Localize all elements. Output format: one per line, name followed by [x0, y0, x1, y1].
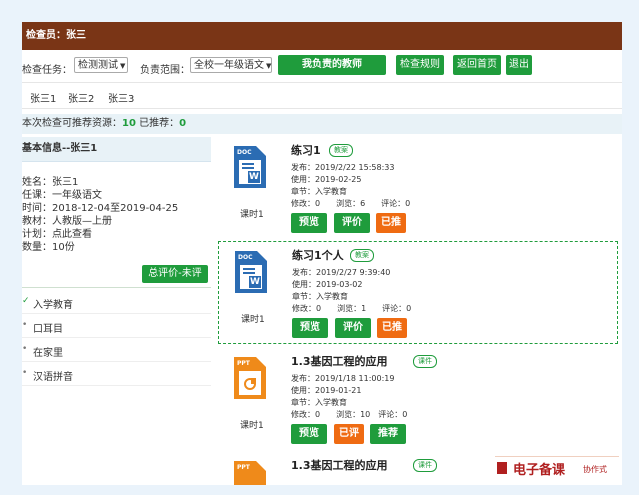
resource-title[interactable]: 练习1个人	[292, 247, 344, 263]
lesson-label: 课时1	[240, 421, 264, 431]
recommended-count: 0	[179, 118, 187, 129]
teacher-tabs: 张三1 张三2 张三3	[22, 84, 622, 109]
watermark-logo: 电子备课 协作式	[495, 456, 619, 481]
task-select[interactable]: 检测测试 ▼	[74, 57, 128, 73]
teacher-info-panel: 基本信息--张三1 姓名：张三1 任课：一年级语文 时间：2018-12-04至…	[22, 137, 211, 485]
recommended-button[interactable]: 已推	[376, 213, 406, 233]
bullet-icon: •	[22, 368, 28, 378]
evaluated-button[interactable]: 已评	[334, 424, 364, 444]
app-frame: 检查员：张三 检查任务： 检测测试 ▼ 负责范围： 全校一年级语文 ▼ 我负责的教师…	[22, 22, 622, 485]
tab-teacher-2[interactable]: 张三2	[68, 90, 94, 105]
publish-time: 发布：2019/2/22 15:58:33	[291, 163, 395, 172]
bullet-icon: •	[22, 320, 28, 330]
stats-text: 修改：0 浏览：10 评论：0	[291, 410, 408, 419]
task-select-value: 检测测试	[78, 60, 118, 71]
overall-evaluate-button[interactable]: 总评价-未评	[142, 265, 208, 283]
info-panel-title: 基本信息--张三1	[22, 137, 211, 162]
check-icon: ✓	[22, 296, 30, 306]
exit-button[interactable]: 退出	[506, 55, 532, 75]
summary-bar: 本次检查可推荐资源：10 已推荐：0	[22, 114, 622, 134]
doc-file-icon: DOC W	[234, 146, 266, 188]
resource-card: PPT 课时1 1.3基因工程的应用 课件 发布：2019/1/18 11:00…	[218, 348, 618, 448]
chapter-item[interactable]: • 汉语拼音	[22, 362, 211, 386]
stats-text: 修改：0 浏览：6 评论：0	[291, 199, 411, 208]
publish-time: 发布：2019/1/18 11:00:19	[291, 374, 395, 383]
tab-teacher-1[interactable]: 张三1	[30, 90, 56, 105]
chapter-item[interactable]: ✓ 入学教育	[22, 290, 211, 314]
use-date: 使用：2019-02-25	[291, 175, 362, 184]
type-badge: 课件	[413, 459, 437, 472]
chevron-down-icon: ▼	[266, 62, 272, 70]
preview-button[interactable]: 预览	[291, 424, 327, 444]
type-badge: 教案	[329, 144, 353, 157]
chapter-item[interactable]: • 口耳目	[22, 314, 211, 338]
type-badge: 课件	[413, 355, 437, 368]
summary-text-recommended: 已推荐：	[139, 118, 180, 129]
rules-button[interactable]: 检查规则	[396, 55, 444, 75]
chapter-text: 章节：入学教育	[291, 187, 347, 196]
my-teachers-button[interactable]: 我负责的教师	[278, 55, 386, 75]
scope-select-value: 全校一年级语文	[194, 60, 264, 71]
lesson-label: 课时1	[241, 315, 265, 325]
watermark-sub: 协作式	[583, 465, 607, 474]
watermark-main: 电子备课	[513, 463, 566, 478]
preview-button[interactable]: 预览	[292, 318, 328, 338]
doc-file-icon: DOC W	[235, 251, 267, 293]
info-count: 数量：10份	[22, 242, 75, 253]
task-label: 检查任务：	[22, 65, 72, 76]
evaluate-button[interactable]: 评价	[335, 318, 371, 338]
resource-list: DOC W 课时1 练习1 教案 发布：2019/2/22 15:58:33 使…	[218, 137, 622, 485]
summary-text-recommendable: 本次检查可推荐资源：	[22, 118, 122, 129]
resource-card: DOC W 课时1 练习1个人 教案 发布：2019/2/27 9:39:40 …	[218, 241, 618, 344]
logo-mark-icon	[497, 462, 507, 474]
divider	[22, 287, 211, 288]
recommendable-count: 10	[122, 118, 136, 129]
scope-select[interactable]: 全校一年级语文 ▼	[190, 57, 272, 73]
chapter-text: 章节：入学教育	[291, 398, 347, 407]
bullet-icon: •	[22, 344, 28, 354]
ppt-file-icon: PPT	[234, 357, 266, 399]
resource-title[interactable]: 练习1	[291, 142, 321, 158]
preview-button[interactable]: 预览	[291, 213, 327, 233]
toolbar: 检查任务： 检测测试 ▼ 负责范围： 全校一年级语文 ▼ 我负责的教师 检查规则 返…	[22, 50, 622, 83]
publish-time: 发布：2019/2/27 9:39:40	[292, 268, 391, 277]
scope-label: 负责范围：	[140, 65, 190, 76]
use-date: 使用：2019-03-02	[292, 280, 363, 289]
use-date: 使用：2019-01-21	[291, 386, 362, 395]
home-button[interactable]: 返回首页	[453, 55, 501, 75]
lesson-label: 课时1	[240, 210, 264, 220]
chapter-text: 章节：入学教育	[292, 292, 348, 301]
evaluate-button[interactable]: 评价	[334, 213, 370, 233]
ppt-file-icon: PPT	[234, 461, 266, 485]
chevron-down-icon: ▼	[120, 62, 126, 70]
header-bar: 检查员：张三	[22, 22, 622, 50]
inspector-label: 检查员：张三	[26, 30, 86, 41]
tab-teacher-3[interactable]: 张三3	[108, 90, 134, 105]
type-badge: 教案	[350, 249, 374, 262]
resource-card: DOC W 课时1 练习1 教案 发布：2019/2/22 15:58:33 使…	[218, 137, 618, 237]
resource-title[interactable]: 1.3基因工程的应用	[291, 457, 388, 473]
recommended-button[interactable]: 已推	[377, 318, 407, 338]
chapter-item[interactable]: • 在家里	[22, 338, 211, 362]
recommend-button[interactable]: 推荐	[370, 424, 406, 444]
stats-text: 修改：0 浏览：1 评论：0	[292, 304, 412, 313]
resource-title[interactable]: 1.3基因工程的应用	[291, 353, 388, 369]
